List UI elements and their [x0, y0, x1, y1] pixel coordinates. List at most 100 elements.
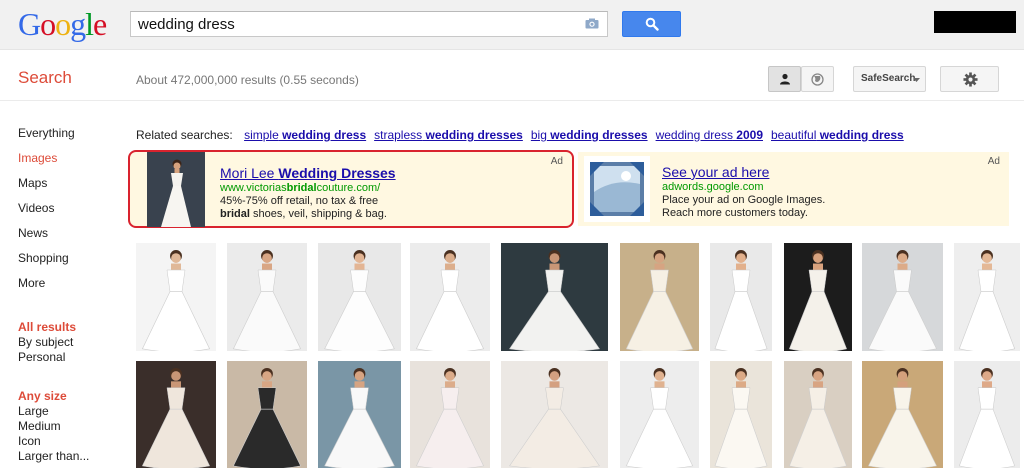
image-result-thumbnail[interactable] [318, 361, 401, 468]
image-result-thumbnail[interactable] [710, 361, 772, 468]
nav-item-news[interactable]: News [18, 226, 48, 240]
image-result-thumbnail[interactable] [710, 243, 772, 351]
wedding-dress-image [714, 250, 768, 351]
sponsored-ad-adwords[interactable]: Ad See your ad here adwords.google.com P… [578, 152, 1009, 226]
ad-url[interactable]: adwords.google.com [662, 181, 764, 193]
gear-icon [963, 72, 978, 87]
ad-title-link[interactable]: Mori Lee Wedding Dresses [220, 165, 396, 181]
related-search-link[interactable]: strapless wedding dresses [374, 128, 523, 142]
size-filter-option[interactable]: Large [18, 404, 49, 418]
results-toolbar: Search About 472,000,000 results (0.55 s… [0, 51, 1024, 101]
logo-letter: e [93, 6, 107, 42]
image-result-thumbnail[interactable] [318, 243, 401, 351]
image-result-thumbnail[interactable] [784, 361, 852, 468]
person-icon [780, 73, 790, 85]
wedding-dress-image [232, 250, 302, 351]
settings-button[interactable] [940, 66, 999, 92]
image-result-thumbnail[interactable] [620, 243, 699, 351]
safesearch-button[interactable]: SafeSearch [853, 66, 926, 92]
related-search-link[interactable]: beautiful wedding dress [771, 128, 904, 142]
wedding-dress-image [141, 367, 211, 468]
related-searches: Related searches: simple wedding dress st… [136, 128, 904, 142]
search-input[interactable] [131, 12, 571, 36]
safesearch-label: SafeSearch [861, 73, 916, 84]
top-bar: Google [0, 0, 1024, 50]
wedding-dress-image [625, 367, 694, 468]
image-result-thumbnail[interactable] [954, 361, 1020, 468]
camera-icon[interactable] [585, 18, 599, 29]
filter-heading-results[interactable]: All results [18, 320, 76, 334]
wedding-dress-image [958, 367, 1016, 468]
wedding-dress-image [789, 250, 847, 351]
image-result-thumbnail[interactable] [862, 361, 943, 468]
wedding-dress-image [789, 367, 847, 468]
wedding-dress-image [232, 367, 302, 468]
wedding-dress-image [625, 250, 694, 351]
logo-letter: o [55, 6, 71, 42]
image-result-thumbnail[interactable] [410, 361, 490, 468]
account-area[interactable] [934, 11, 1016, 33]
image-result-thumbnail[interactable] [501, 361, 608, 468]
globe-icon [811, 73, 824, 86]
ad-description-line-1: Place your ad on Google Images. [662, 194, 826, 206]
sponsored-ad-mori-lee[interactable]: Ad Mori Lee Wedding Dresses www.victoria… [128, 150, 574, 228]
related-search-link[interactable]: simple wedding dress [244, 128, 366, 142]
image-result-thumbnail[interactable] [862, 243, 943, 351]
search-box[interactable] [130, 11, 608, 37]
logo-letter: G [18, 6, 41, 42]
image-result-thumbnail[interactable] [136, 361, 216, 468]
google-logo[interactable]: Google [18, 6, 107, 42]
size-filter-option[interactable]: Medium [18, 419, 61, 433]
image-result-thumbnail[interactable] [227, 361, 307, 468]
wedding-dress-image [415, 250, 485, 351]
search-button[interactable] [622, 11, 681, 37]
filter-heading-size[interactable]: Any size [18, 389, 67, 403]
wedding-dress-image [324, 367, 395, 468]
wedding-dress-image [509, 250, 600, 351]
wedding-dress-image [415, 367, 485, 468]
ad-description-line-1: 45%-75% off retail, no tax & free [220, 195, 379, 207]
nav-item-maps[interactable]: Maps [18, 176, 47, 190]
related-search-link[interactable]: wedding dress 2009 [656, 128, 763, 142]
global-results-button[interactable] [801, 66, 834, 92]
logo-letter: l [85, 6, 94, 42]
image-result-thumbnail[interactable] [784, 243, 852, 351]
image-result-thumbnail[interactable] [954, 243, 1020, 351]
adwords-icon[interactable] [584, 156, 650, 222]
image-result-thumbnail[interactable] [136, 243, 216, 351]
ad-description-line-2: Reach more customers today. [662, 207, 808, 219]
size-filter-option[interactable]: Icon [18, 434, 41, 448]
logo-letter: o [40, 6, 56, 42]
nav-item-videos[interactable]: Videos [18, 201, 54, 215]
wedding-dress-image [509, 367, 600, 468]
image-result-thumbnail[interactable] [501, 243, 608, 351]
nav-item-everything[interactable]: Everything [18, 126, 75, 140]
results-filter-option[interactable]: Personal [18, 350, 65, 364]
nav-item-more[interactable]: More [18, 276, 45, 290]
chevron-down-icon [913, 78, 920, 82]
image-result-thumbnail[interactable] [620, 361, 699, 468]
wedding-dress-image [714, 367, 768, 468]
ad-url[interactable]: www.victoriasbridalcouture.com/ [220, 182, 380, 194]
related-search-link[interactable]: big wedding dresses [531, 128, 648, 142]
nav-item-images[interactable]: Images [18, 151, 57, 165]
ad-title-link[interactable]: See your ad here [662, 164, 769, 180]
ad-label: Ad [987, 156, 1000, 167]
nav-item-shopping[interactable]: Shopping [18, 251, 69, 265]
personal-results-button[interactable] [768, 66, 801, 92]
ad-thumbnail[interactable] [147, 152, 205, 227]
wedding-dress-image [868, 250, 937, 351]
dress-image [147, 152, 205, 227]
size-filter-option[interactable]: Larger than... [18, 449, 89, 463]
image-result-thumbnail[interactable] [410, 243, 490, 351]
image-result-thumbnail[interactable] [227, 243, 307, 351]
wedding-dress-image [141, 250, 211, 351]
magnifier-icon [645, 17, 659, 31]
ad-description-line-2: bridal shoes, veil, shipping & bag. [220, 208, 387, 220]
picture-placeholder-icon [590, 162, 644, 216]
wedding-dress-image [868, 367, 937, 468]
ad-label: Ad [550, 156, 563, 167]
related-searches-label: Related searches: [136, 128, 233, 142]
results-filter-option[interactable]: By subject [18, 335, 73, 349]
wedding-dress-image [958, 250, 1016, 351]
